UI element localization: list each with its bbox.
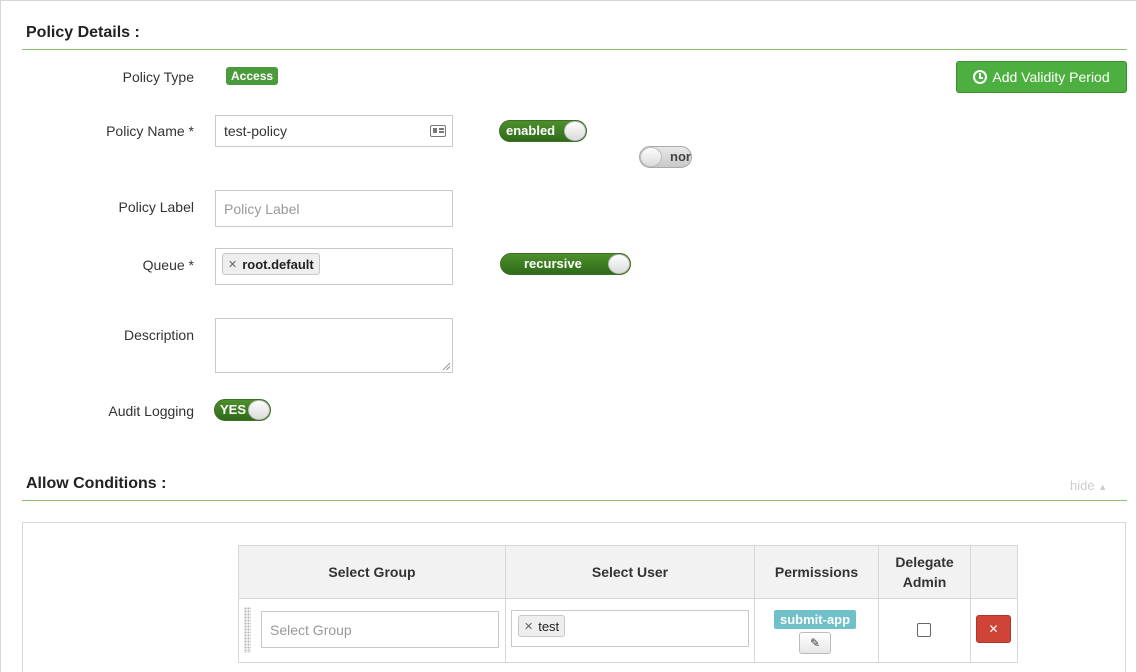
allow-conditions-title: Allow Conditions : bbox=[26, 475, 167, 492]
description-label: Description bbox=[123, 327, 194, 343]
actions-cell: ✕ bbox=[970, 598, 1018, 663]
resize-grip-icon[interactable] bbox=[443, 363, 450, 370]
queue-tag-text: root.default bbox=[242, 256, 314, 272]
toggle-knob bbox=[640, 147, 662, 167]
allow-conditions-table: Select Group Select User Permissions Del… bbox=[238, 545, 1018, 663]
audit-logging-label: Audit Logging bbox=[108, 403, 194, 419]
allow-conditions-divider bbox=[22, 500, 1127, 501]
audit-logging-toggle[interactable]: YES bbox=[214, 399, 271, 421]
column-header-select-group: Select Group bbox=[238, 545, 506, 599]
select-group-placeholder: Select Group bbox=[270, 621, 352, 638]
delegate-admin-checkbox[interactable] bbox=[917, 623, 931, 637]
permissions-cell: submit-app ✎ bbox=[754, 598, 879, 663]
queue-label: Queue * bbox=[142, 257, 194, 273]
column-header-select-user: Select User bbox=[505, 545, 755, 599]
id-card-icon bbox=[430, 125, 446, 137]
delete-row-button[interactable]: ✕ bbox=[976, 615, 1011, 643]
select-group-cell: Select Group bbox=[238, 598, 506, 663]
close-icon: ✕ bbox=[988, 622, 999, 636]
remove-tag-icon[interactable]: ✕ bbox=[228, 258, 237, 271]
policy-name-label: Policy Name * bbox=[106, 123, 194, 139]
hide-link-text: hide bbox=[1070, 478, 1095, 493]
column-header-delegate-admin: Delegate Admin bbox=[878, 545, 971, 599]
policy-details-title: Policy Details : bbox=[26, 24, 140, 41]
policy-type-label: Policy Type bbox=[122, 69, 194, 85]
pencil-icon: ✎ bbox=[809, 636, 821, 650]
select-group-input[interactable]: Select Group bbox=[261, 611, 499, 648]
policy-override-text: nor bbox=[670, 149, 691, 164]
recursive-toggle[interactable]: recursive bbox=[500, 253, 631, 275]
policy-label-input[interactable]: Policy Label bbox=[215, 190, 453, 227]
select-user-cell: ✕ test bbox=[505, 598, 755, 663]
policy-enabled-text: enabled bbox=[506, 123, 556, 138]
toggle-knob bbox=[248, 400, 270, 420]
delegate-admin-cell bbox=[878, 598, 971, 663]
caret-up-icon: ▲ bbox=[1098, 482, 1108, 492]
clock-icon bbox=[973, 70, 988, 84]
remove-tag-icon[interactable]: ✕ bbox=[524, 620, 533, 633]
table-row: Select Group ✕ test submit-app ✎ ✕ bbox=[238, 598, 1018, 663]
policy-label-placeholder: Policy Label bbox=[224, 200, 300, 217]
add-validity-period-label: Add Validity Period bbox=[992, 69, 1110, 85]
add-validity-period-button[interactable]: Add Validity Period bbox=[956, 61, 1127, 93]
description-textarea[interactable] bbox=[215, 318, 453, 373]
user-tag[interactable]: ✕ test bbox=[518, 615, 566, 637]
policy-name-value: test-policy bbox=[224, 123, 288, 139]
audit-logging-text: YES bbox=[220, 402, 247, 417]
policy-details-divider bbox=[22, 49, 1127, 50]
policy-override-toggle[interactable]: nor bbox=[639, 146, 692, 168]
toggle-knob bbox=[564, 121, 586, 141]
edit-permissions-button[interactable]: ✎ bbox=[799, 632, 831, 654]
policy-label-label: Policy Label bbox=[118, 199, 195, 215]
column-header-actions bbox=[970, 545, 1018, 599]
policy-enabled-toggle[interactable]: enabled bbox=[499, 120, 587, 142]
user-tag-text: test bbox=[538, 618, 560, 634]
policy-type-badge: Access bbox=[226, 67, 279, 85]
recursive-text: recursive bbox=[524, 256, 582, 271]
policy-name-input[interactable]: test-policy bbox=[215, 115, 453, 147]
permission-tag: submit-app bbox=[774, 610, 857, 629]
hide-link[interactable]: hide ▲ bbox=[1070, 478, 1107, 493]
toggle-knob bbox=[608, 254, 630, 274]
queue-tag[interactable]: ✕ root.default bbox=[222, 253, 320, 275]
drag-handle-icon[interactable] bbox=[244, 607, 251, 653]
column-header-permissions: Permissions bbox=[754, 545, 879, 599]
